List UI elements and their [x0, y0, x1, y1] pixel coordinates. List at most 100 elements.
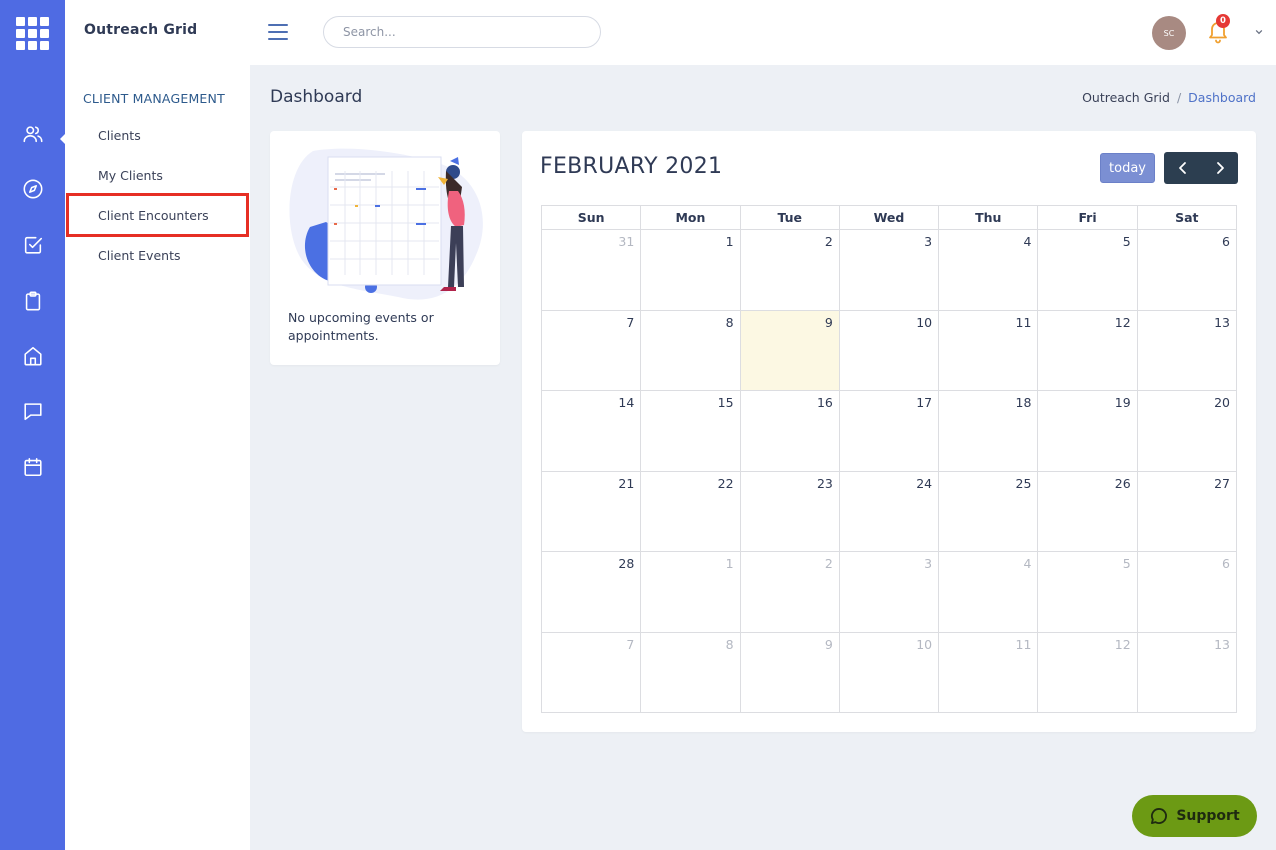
day-number: 7 [626, 314, 635, 330]
no-events-message: No upcoming events or appointments. [288, 310, 434, 343]
calendar-day[interactable]: 6 [1137, 230, 1237, 311]
apps-grid-icon[interactable] [16, 17, 49, 50]
checkbox-icon[interactable] [20, 232, 45, 257]
calendar-day[interactable]: 2 [740, 230, 840, 311]
events-card: No upcoming events or appointments. [270, 131, 500, 365]
search-input[interactable] [323, 16, 601, 48]
page-title: Dashboard [270, 87, 363, 107]
weekday-sun: Sun [542, 206, 642, 230]
calendar-day-today[interactable]: 9 [740, 310, 840, 391]
calendar-day[interactable]: 11 [939, 632, 1039, 713]
calendar-day[interactable]: 26 [1038, 471, 1138, 552]
calendar-week-row: 14 15 16 17 18 19 20 [542, 391, 1237, 472]
calendar-day[interactable]: 7 [542, 632, 642, 713]
calendar-icon[interactable] [20, 454, 45, 479]
calendar-day[interactable]: 18 [939, 391, 1039, 472]
day-number: 10 [916, 314, 933, 330]
calendar-day[interactable]: 10 [839, 310, 940, 391]
support-button[interactable]: Support [1132, 795, 1257, 837]
calendar-day[interactable]: 14 [542, 391, 642, 472]
calendar-day[interactable]: 19 [1038, 391, 1138, 472]
day-number: 11 [1015, 636, 1032, 652]
calendar-day[interactable]: 8 [641, 310, 741, 391]
calendar-day[interactable]: 1 [641, 230, 741, 311]
calendar-day[interactable]: 13 [1137, 310, 1237, 391]
calendar-day[interactable]: 25 [939, 471, 1039, 552]
calendar-week-row: 7 8 9 10 11 12 13 [542, 310, 1237, 391]
prev-month-button[interactable] [1164, 152, 1201, 184]
calendar-day[interactable]: 27 [1137, 471, 1237, 552]
calendar-day[interactable]: 23 [740, 471, 840, 552]
calendar-day[interactable]: 11 [939, 310, 1039, 391]
day-number: 23 [816, 475, 833, 491]
calendar-day[interactable]: 12 [1038, 310, 1138, 391]
home-icon[interactable] [20, 343, 45, 368]
day-number: 13 [1214, 636, 1230, 652]
calendar-day[interactable]: 5 [1038, 230, 1138, 311]
calendar-day[interactable]: 20 [1137, 391, 1237, 472]
compass-icon[interactable] [20, 176, 45, 201]
weekday-thu: Thu [939, 206, 1039, 230]
day-number: 4 [1023, 556, 1032, 571]
calendar-day[interactable]: 12 [1038, 632, 1138, 713]
day-number: 19 [1114, 395, 1131, 410]
day-number: 7 [626, 636, 635, 652]
calendar-day[interactable]: 3 [839, 552, 940, 633]
day-number: 18 [1015, 395, 1032, 410]
breadcrumb-home[interactable]: Outreach Grid [1082, 90, 1170, 105]
calendar-day[interactable]: 2 [740, 552, 840, 633]
calendar-day[interactable]: 8 [641, 632, 741, 713]
calendar-day[interactable]: 9 [740, 632, 840, 713]
calendar-day[interactable]: 6 [1137, 552, 1237, 633]
weekday-tue: Tue [740, 206, 840, 230]
day-number: 31 [618, 234, 635, 249]
day-number: 27 [1214, 475, 1230, 491]
calendar-day[interactable]: 21 [542, 471, 642, 552]
calendar-day[interactable]: 24 [839, 471, 940, 552]
calendar-day[interactable]: 4 [939, 552, 1039, 633]
calendar-day[interactable]: 13 [1137, 632, 1237, 713]
users-icon[interactable] [20, 121, 45, 146]
today-button[interactable]: today [1100, 153, 1155, 183]
calendar-week-row: 28 1 2 3 4 5 6 [542, 552, 1237, 633]
sidebar-item-my-clients[interactable]: My Clients [66, 153, 249, 197]
day-number: 10 [916, 636, 933, 652]
sidebar-item-client-encounters[interactable]: Client Encounters [66, 193, 249, 237]
calendar-day[interactable]: 17 [839, 391, 940, 472]
avatar[interactable]: SC [1152, 16, 1186, 50]
clipboard-icon[interactable] [20, 288, 45, 313]
day-number: 26 [1114, 475, 1131, 491]
calendar-day[interactable]: 22 [641, 471, 741, 552]
calendar-day[interactable]: 28 [542, 552, 642, 633]
secondary-sidebar: Outreach Grid CLIENT MANAGEMENT Clients … [65, 0, 250, 850]
calendar-day[interactable]: 4 [939, 230, 1039, 311]
calendar-day[interactable]: 10 [839, 632, 940, 713]
day-number: 16 [816, 395, 833, 410]
calendar-day[interactable]: 16 [740, 391, 840, 472]
day-number: 14 [618, 395, 635, 410]
top-bar: SC 0 [250, 0, 1276, 65]
weekday-mon: Mon [641, 206, 741, 230]
calendar-day[interactable]: 3 [839, 230, 940, 311]
sidebar-item-client-events[interactable]: Client Events [66, 233, 249, 277]
day-number: 3 [924, 556, 933, 571]
day-number: 13 [1214, 314, 1230, 330]
calendar-day[interactable]: 5 [1038, 552, 1138, 633]
chat-icon[interactable] [20, 398, 45, 423]
calendar-day[interactable]: 31 [542, 230, 642, 311]
day-number: 20 [1214, 395, 1230, 410]
sidebar-item-clients[interactable]: Clients [66, 113, 249, 157]
chevron-down-icon[interactable] [1254, 27, 1264, 37]
day-number: 24 [916, 475, 933, 491]
next-month-button[interactable] [1201, 152, 1238, 184]
calendar-card: FEBRUARY 2021 today Sun Mon Tue Wed Thu Fri Sa… [522, 131, 1256, 732]
day-number: 21 [618, 475, 635, 491]
menu-icon[interactable] [268, 24, 288, 40]
calendar-day[interactable]: 15 [641, 391, 741, 472]
weekday-wed: Wed [839, 206, 940, 230]
calendar-day[interactable]: 1 [641, 552, 741, 633]
day-number: 17 [916, 395, 933, 410]
day-number: 12 [1114, 314, 1131, 330]
calendar-grid: Sun Mon Tue Wed Thu Fri Sat 31 1 2 3 4 5 6 7 8 9 10 11 12 1… [541, 205, 1237, 713]
calendar-day[interactable]: 7 [542, 310, 642, 391]
